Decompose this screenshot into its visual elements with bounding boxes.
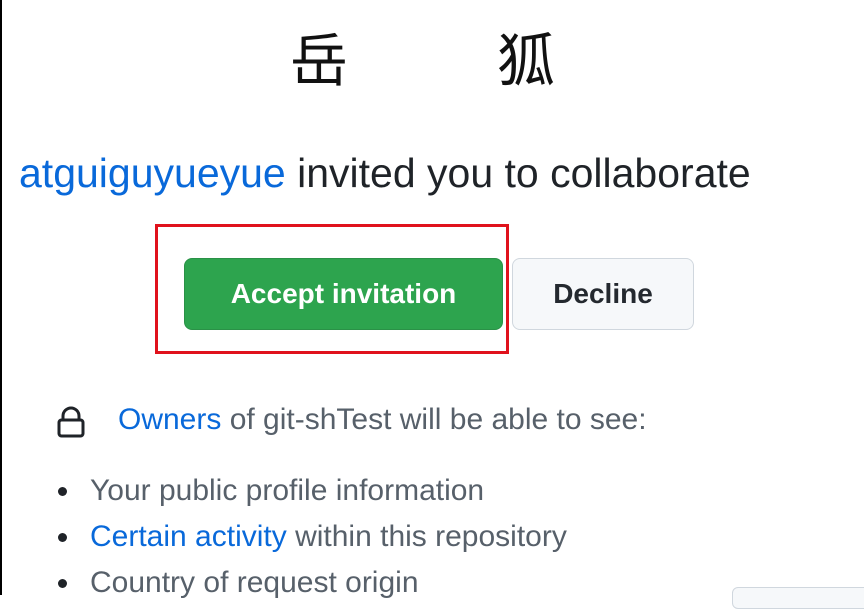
window-left-border (0, 0, 2, 595)
decline-button[interactable]: Decline (512, 258, 694, 330)
inviter-username-link[interactable]: atguiguyueyue (19, 150, 286, 196)
visibility-list: Your public profile information Certain … (56, 468, 567, 606)
list-item-text: Your public profile information (90, 474, 485, 507)
list-item: Your public profile information (56, 468, 567, 514)
list-item: Certain activity within this repository (56, 514, 567, 560)
owner-name-char-2: 狐 (497, 27, 556, 95)
list-item-text: Country of request origin (90, 566, 419, 599)
owners-suffix: of git-shTest will be able to see: (221, 403, 647, 436)
lock-icon (56, 405, 86, 438)
invitation-message: invited you to collaborate (285, 150, 751, 196)
bullet (58, 487, 67, 496)
partial-corner-button[interactable] (732, 587, 864, 609)
certain-activity-link[interactable]: Certain activity (90, 520, 287, 553)
list-item-text: within this repository (286, 520, 567, 553)
owner-name-char-1: 岳 (290, 27, 349, 95)
bullet (58, 533, 67, 542)
accept-invitation-button[interactable]: Accept invitation (184, 258, 503, 330)
list-item: Country of request origin (56, 560, 567, 606)
owners-link[interactable]: Owners (118, 403, 221, 436)
visibility-notice: Owners of git-shTest will be able to see… (56, 396, 856, 444)
bullet (58, 579, 67, 588)
visibility-notice-text: Owners of git-shTest will be able to see… (118, 396, 647, 444)
invitation-headline: atguiguyueyue invited you to collaborate (19, 143, 864, 203)
